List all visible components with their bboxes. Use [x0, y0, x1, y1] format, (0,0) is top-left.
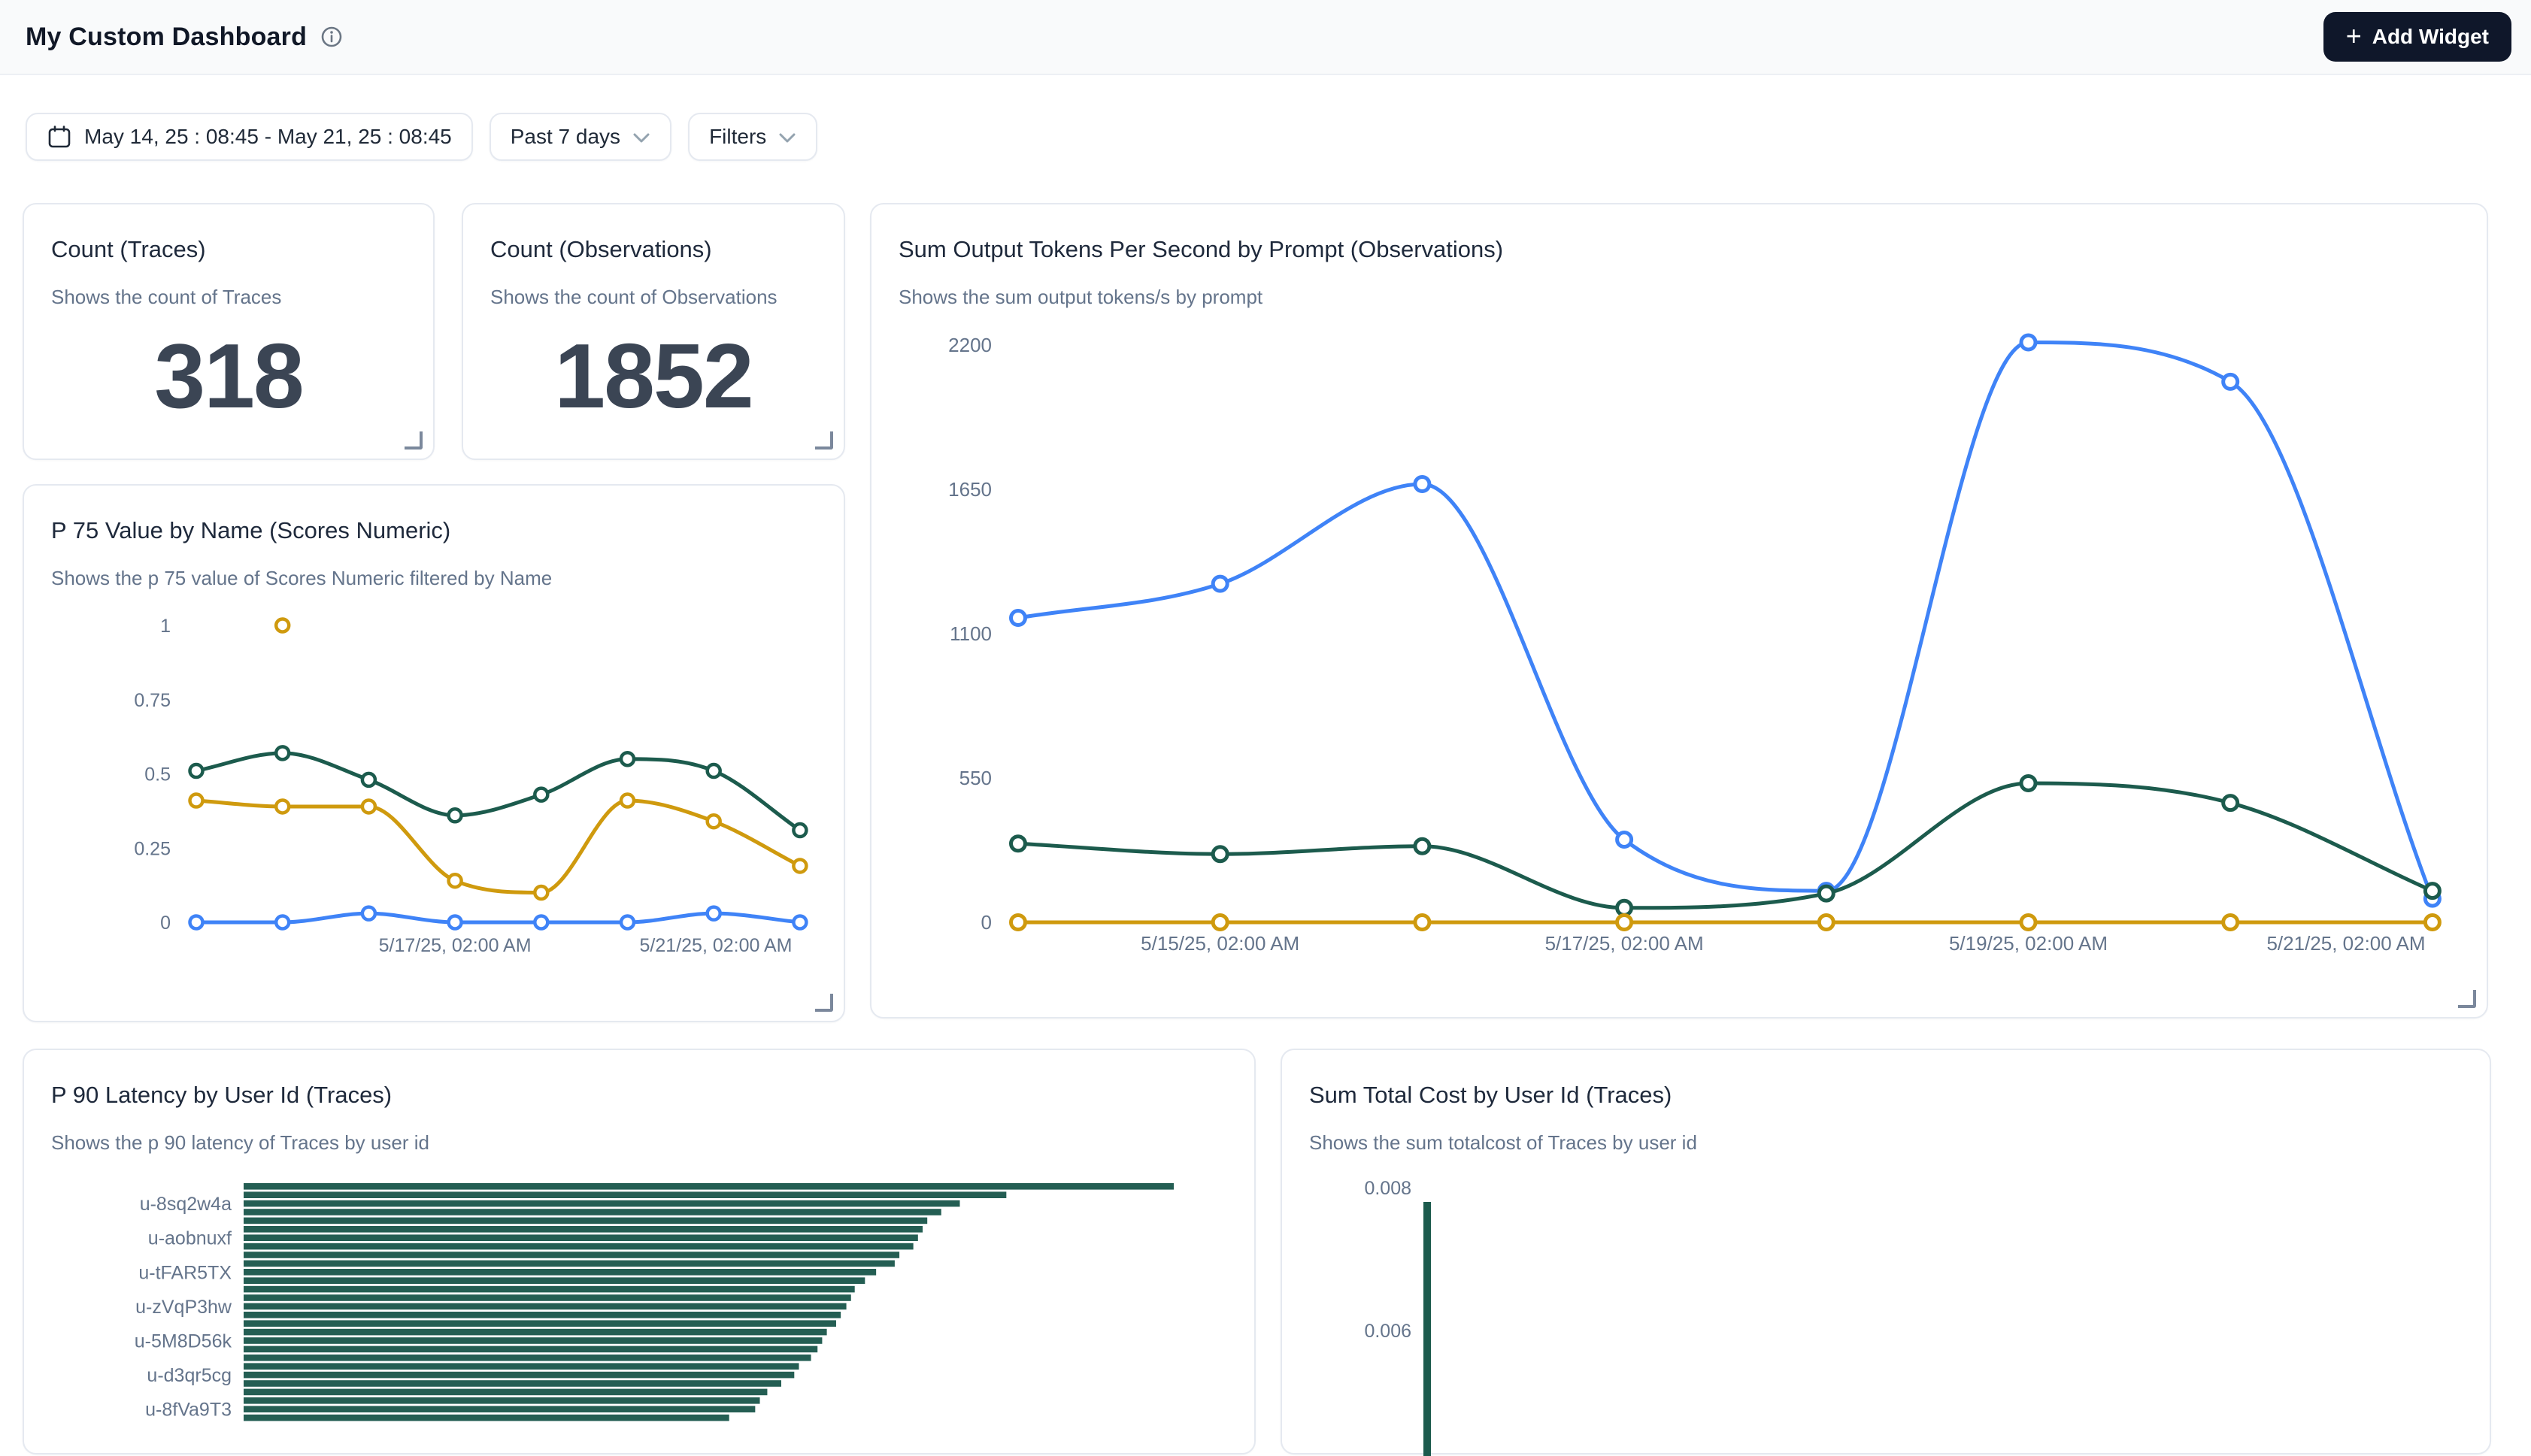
widget-subtitle: Shows the count of Traces [24, 263, 433, 309]
svg-text:5/15/25, 02:00 AM: 5/15/25, 02:00 AM [1141, 932, 1299, 955]
tokens-line-chart: 0 550 1100 1650 2200 5/15/25, 02:00 AM 5/17/25… [871, 204, 2490, 1020]
widget-title: Count (Traces) [24, 204, 433, 263]
resize-handle[interactable] [2458, 990, 2476, 1008]
widget-subtitle: Shows the p 90 latency of Traces by user… [24, 1109, 1254, 1155]
svg-text:0.5: 0.5 [144, 764, 171, 786]
widget-p75-value: 0 0.25 0.5 0.75 1 5/17/25, 02:00 AM 5/21/25, 0… [23, 484, 845, 1022]
chevron-down-icon [778, 132, 796, 144]
svg-text:0.006: 0.006 [1364, 1321, 1411, 1342]
svg-text:u-zVqP3hw: u-zVqP3hw [135, 1297, 232, 1318]
filters-dropdown[interactable]: Filters [688, 113, 817, 161]
svg-text:2200: 2200 [948, 334, 992, 356]
svg-text:5/17/25, 02:00 AM: 5/17/25, 02:00 AM [1545, 932, 1704, 955]
svg-text:u-8fVa9T3: u-8fVa9T3 [145, 1400, 232, 1421]
widget-subtitle: Shows the count of Observations [463, 263, 844, 309]
filters-label: Filters [709, 125, 766, 149]
svg-text:550: 550 [959, 767, 992, 789]
svg-text:u-aobnuxf: u-aobnuxf [148, 1228, 232, 1249]
svg-text:u-8sq2w4a: u-8sq2w4a [140, 1194, 232, 1215]
calendar-icon [47, 124, 72, 150]
widget-subtitle: Shows the sum output tokens/s by prompt [871, 263, 2487, 309]
svg-text:5/19/25, 02:00 AM: 5/19/25, 02:00 AM [1949, 932, 2108, 955]
svg-text:0.25: 0.25 [134, 838, 171, 859]
svg-text:0.75: 0.75 [134, 690, 171, 711]
page-title: My Custom Dashboard [26, 23, 307, 52]
count-traces-value: 318 [24, 323, 433, 428]
widget-tokens-per-second: 0 550 1100 1650 2200 5/15/25, 02:00 AM 5/17/25… [870, 203, 2488, 1019]
info-icon[interactable] [320, 26, 343, 48]
svg-text:5/21/25, 02:00 AM: 5/21/25, 02:00 AM [2266, 932, 2425, 955]
svg-text:0: 0 [981, 911, 992, 934]
filter-toolbar: May 14, 25 : 08:45 - May 21, 25 : 08:45 … [26, 113, 817, 161]
widget-count-traces: Count (Traces) Shows the count of Traces… [23, 203, 435, 460]
date-preset-value: Past 7 days [511, 125, 620, 149]
widget-title: P 90 Latency by User Id (Traces) [24, 1050, 1254, 1109]
widget-title: Sum Total Cost by User Id (Traces) [1282, 1050, 2490, 1109]
svg-text:5/17/25, 02:00 AM: 5/17/25, 02:00 AM [379, 935, 532, 956]
widget-title: P 75 Value by Name (Scores Numeric) [24, 486, 844, 544]
add-widget-button[interactable]: + Add Widget [2323, 12, 2511, 62]
svg-text:5/21/25, 02:00 AM: 5/21/25, 02:00 AM [640, 935, 793, 956]
svg-text:u-d3qr5cg: u-d3qr5cg [147, 1365, 232, 1386]
svg-text:0: 0 [160, 913, 171, 934]
dashboard-header: My Custom Dashboard + Add Widget [0, 0, 2531, 75]
widget-sum-total-cost: 0.006 0.008 Sum Total Cost by User Id (Tr… [1281, 1049, 2491, 1454]
count-observations-value: 1852 [463, 323, 844, 428]
svg-text:1650: 1650 [948, 478, 992, 501]
add-widget-label: Add Widget [2372, 25, 2489, 49]
resize-handle[interactable] [815, 994, 833, 1012]
widget-subtitle: Shows the sum totalcost of Traces by use… [1282, 1109, 2490, 1155]
widget-title: Sum Output Tokens Per Second by Prompt (… [871, 204, 2487, 263]
chevron-down-icon [632, 132, 650, 144]
widget-p90-latency: u-8sq2w4a u-aobnuxf u-tFAR5TX u-zVqP3hw u-5M… [23, 1049, 1256, 1454]
resize-handle[interactable] [405, 431, 423, 450]
resize-handle[interactable] [815, 431, 833, 450]
svg-text:0.008: 0.008 [1364, 1178, 1411, 1199]
date-preset-dropdown[interactable]: Past 7 days [490, 113, 671, 161]
svg-text:1100: 1100 [950, 622, 992, 645]
svg-text:u-5M8D56k: u-5M8D56k [135, 1331, 232, 1352]
plus-icon: + [2346, 23, 2362, 50]
date-range-value: May 14, 25 : 08:45 - May 21, 25 : 08:45 [84, 125, 452, 149]
widget-subtitle: Shows the p 75 value of Scores Numeric f… [24, 544, 844, 590]
svg-text:u-tFAR5TX: u-tFAR5TX [138, 1262, 232, 1283]
date-range-picker[interactable]: May 14, 25 : 08:45 - May 21, 25 : 08:45 [26, 113, 473, 161]
widget-count-observations: Count (Observations) Shows the count of … [462, 203, 845, 460]
svg-text:1: 1 [160, 616, 171, 637]
widget-title: Count (Observations) [463, 204, 844, 263]
